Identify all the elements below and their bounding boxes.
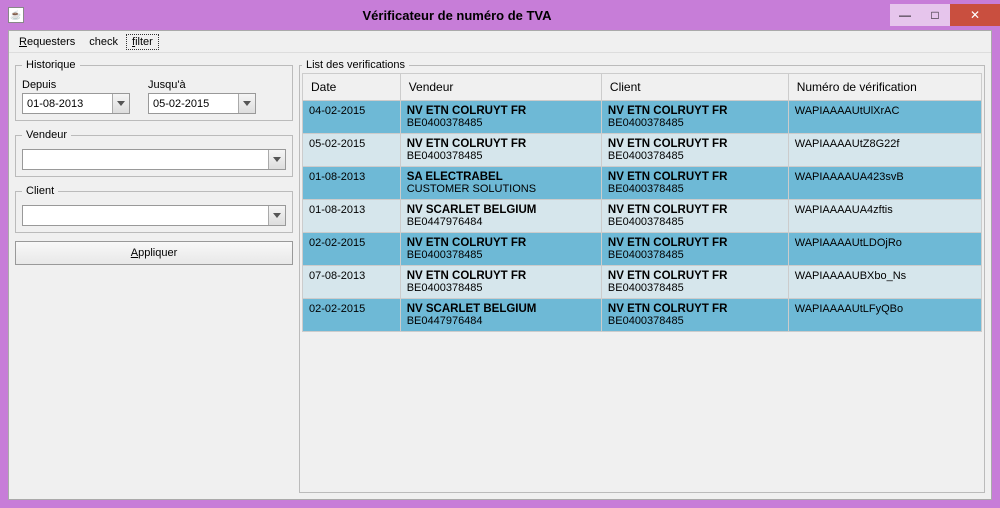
chevron-down-icon[interactable] bbox=[112, 94, 129, 113]
vendeur-legend: Vendeur bbox=[22, 129, 71, 141]
cell-client: NV ETN COLRUYT FRBE0400378485 bbox=[601, 134, 788, 167]
cell-numero: WAPIAAAAUtLDOjRo bbox=[788, 233, 981, 266]
content-pane: Requesters check filter Historique Depui… bbox=[8, 30, 992, 500]
window-controls: — □ ✕ bbox=[890, 4, 1000, 26]
vendeur-combo[interactable] bbox=[22, 149, 286, 170]
table-header-row: Date Vendeur Client Numéro de vérificati… bbox=[303, 74, 982, 101]
cell-vendeur: NV SCARLET BELGIUMBE0447976484 bbox=[400, 299, 601, 332]
chevron-down-icon[interactable] bbox=[268, 150, 285, 169]
cell-numero: WAPIAAAAUBXbo_Ns bbox=[788, 266, 981, 299]
cell-date: 02-02-2015 bbox=[303, 233, 401, 266]
window-title: Vérificateur de numéro de TVA bbox=[24, 8, 890, 23]
java-icon: ☕ bbox=[8, 7, 24, 23]
apply-button[interactable]: Appliquer bbox=[15, 241, 293, 265]
client-legend: Client bbox=[22, 185, 58, 197]
cell-client: NV ETN COLRUYT FRBE0400378485 bbox=[601, 266, 788, 299]
col-client[interactable]: Client bbox=[601, 74, 788, 101]
table-row[interactable]: 01-08-2013SA ELECTRABELCUSTOMER SOLUTION… bbox=[303, 167, 982, 200]
chevron-down-icon[interactable] bbox=[238, 94, 255, 113]
jusqua-label: Jusqu'à bbox=[148, 79, 256, 91]
cell-vendeur: NV SCARLET BELGIUMBE0447976484 bbox=[400, 200, 601, 233]
cell-client: NV ETN COLRUYT FRBE0400378485 bbox=[601, 101, 788, 134]
cell-numero: WAPIAAAAUtUlXrAC bbox=[788, 101, 981, 134]
verifications-table: Date Vendeur Client Numéro de vérificati… bbox=[302, 73, 982, 332]
main-area: Historique Depuis 01-08-2013 Jusqu'à bbox=[9, 53, 991, 499]
app-window: ☕ Vérificateur de numéro de TVA — □ ✕ Re… bbox=[0, 0, 1000, 508]
col-date[interactable]: Date bbox=[303, 74, 401, 101]
col-numero[interactable]: Numéro de vérification bbox=[788, 74, 981, 101]
cell-date: 01-08-2013 bbox=[303, 167, 401, 200]
right-panel: List des verifications Date Vendeur Clie… bbox=[299, 59, 985, 493]
table-row[interactable]: 07-08-2013NV ETN COLRUYT FRBE0400378485N… bbox=[303, 266, 982, 299]
cell-client: NV ETN COLRUYT FRBE0400378485 bbox=[601, 167, 788, 200]
vendeur-fieldset: Vendeur bbox=[15, 129, 293, 177]
table-row[interactable]: 02-02-2015NV SCARLET BELGIUMBE0447976484… bbox=[303, 299, 982, 332]
table-row[interactable]: 01-08-2013NV SCARLET BELGIUMBE0447976484… bbox=[303, 200, 982, 233]
list-fieldset: List des verifications Date Vendeur Clie… bbox=[299, 59, 985, 493]
cell-client: NV ETN COLRUYT FRBE0400378485 bbox=[601, 200, 788, 233]
cell-numero: WAPIAAAAUtZ8G22f bbox=[788, 134, 981, 167]
historique-legend: Historique bbox=[22, 59, 80, 71]
cell-vendeur: NV ETN COLRUYT FRBE0400378485 bbox=[400, 233, 601, 266]
chevron-down-icon[interactable] bbox=[268, 206, 285, 225]
cell-numero: WAPIAAAAUA4zftis bbox=[788, 200, 981, 233]
depuis-label: Depuis bbox=[22, 79, 130, 91]
jusqua-combo[interactable]: 05-02-2015 bbox=[148, 93, 256, 114]
table-row[interactable]: 02-02-2015NV ETN COLRUYT FRBE0400378485N… bbox=[303, 233, 982, 266]
list-legend: List des verifications bbox=[302, 59, 409, 71]
left-panel: Historique Depuis 01-08-2013 Jusqu'à bbox=[15, 59, 293, 493]
titlebar[interactable]: ☕ Vérificateur de numéro de TVA — □ ✕ bbox=[0, 0, 1000, 30]
cell-client: NV ETN COLRUYT FRBE0400378485 bbox=[601, 299, 788, 332]
client-fieldset: Client bbox=[15, 185, 293, 233]
cell-numero: WAPIAAAAUtLFyQBo bbox=[788, 299, 981, 332]
menu-requesters[interactable]: Requesters bbox=[13, 34, 81, 50]
table-row[interactable]: 04-02-2015NV ETN COLRUYT FRBE0400378485N… bbox=[303, 101, 982, 134]
jusqua-value: 05-02-2015 bbox=[149, 98, 238, 110]
depuis-combo[interactable]: 01-08-2013 bbox=[22, 93, 130, 114]
menu-filter[interactable]: filter bbox=[126, 34, 159, 50]
table-row[interactable]: 05-02-2015NV ETN COLRUYT FRBE0400378485N… bbox=[303, 134, 982, 167]
maximize-button[interactable]: □ bbox=[920, 4, 950, 26]
cell-date: 04-02-2015 bbox=[303, 101, 401, 134]
cell-vendeur: NV ETN COLRUYT FRBE0400378485 bbox=[400, 266, 601, 299]
cell-date: 02-02-2015 bbox=[303, 299, 401, 332]
cell-date: 05-02-2015 bbox=[303, 134, 401, 167]
cell-vendeur: NV ETN COLRUYT FRBE0400378485 bbox=[400, 134, 601, 167]
menu-check[interactable]: check bbox=[83, 34, 124, 50]
close-button[interactable]: ✕ bbox=[950, 4, 1000, 26]
col-vendeur[interactable]: Vendeur bbox=[400, 74, 601, 101]
cell-vendeur: NV ETN COLRUYT FRBE0400378485 bbox=[400, 101, 601, 134]
historique-fieldset: Historique Depuis 01-08-2013 Jusqu'à bbox=[15, 59, 293, 121]
cell-vendeur: SA ELECTRABELCUSTOMER SOLUTIONS bbox=[400, 167, 601, 200]
minimize-button[interactable]: — bbox=[890, 4, 920, 26]
menubar: Requesters check filter bbox=[9, 31, 991, 53]
cell-date: 07-08-2013 bbox=[303, 266, 401, 299]
cell-date: 01-08-2013 bbox=[303, 200, 401, 233]
depuis-value: 01-08-2013 bbox=[23, 98, 112, 110]
cell-numero: WAPIAAAAUA423svB bbox=[788, 167, 981, 200]
client-combo[interactable] bbox=[22, 205, 286, 226]
cell-client: NV ETN COLRUYT FRBE0400378485 bbox=[601, 233, 788, 266]
